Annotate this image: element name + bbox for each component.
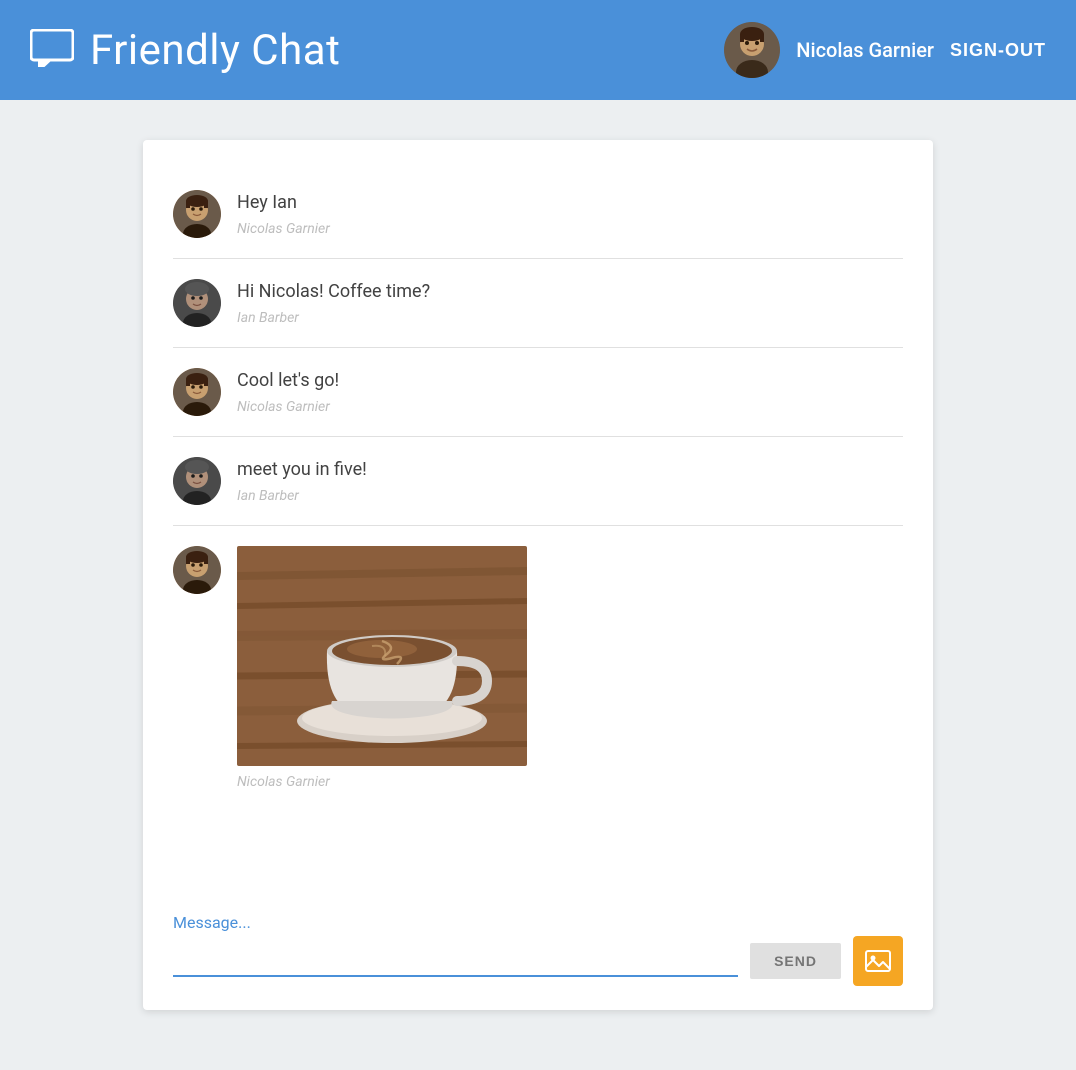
- message-input-label: Message...: [173, 913, 903, 932]
- sign-out-button[interactable]: SIGN-OUT: [950, 40, 1046, 61]
- message-input[interactable]: [173, 945, 738, 977]
- avatar: [173, 190, 221, 238]
- avatar: [173, 368, 221, 416]
- main-wrapper: Hey Ian Nicolas Garnier: [0, 100, 1076, 1050]
- message-item: Cool let's go! Nicolas Garnier: [173, 348, 903, 437]
- avatar: [173, 546, 221, 594]
- message-author: Nicolas Garnier: [237, 399, 903, 415]
- message-body: Cool let's go! Nicolas Garnier: [237, 368, 903, 415]
- header-right: Nicolas Garnier SIGN-OUT: [724, 22, 1046, 78]
- messages-list: Hey Ian Nicolas Garnier: [143, 140, 933, 903]
- message-item: Nicolas Garnier: [173, 526, 903, 810]
- image-upload-button[interactable]: [853, 936, 903, 986]
- message-body: Hey Ian Nicolas Garnier: [237, 190, 903, 237]
- image-icon: [864, 947, 892, 975]
- message-author: Ian Barber: [237, 310, 903, 326]
- message-author: Nicolas Garnier: [237, 774, 903, 790]
- chat-container: Hey Ian Nicolas Garnier: [143, 140, 933, 1010]
- message-text: Cool let's go!: [237, 368, 903, 393]
- message-item: Hey Ian Nicolas Garnier: [173, 170, 903, 259]
- message-text: meet you in five!: [237, 457, 903, 482]
- message-text: Hey Ian: [237, 190, 903, 215]
- avatar: [173, 279, 221, 327]
- message-author: Ian Barber: [237, 488, 903, 504]
- input-row: SEND: [173, 936, 903, 986]
- app-title: Friendly Chat: [90, 26, 340, 75]
- header-avatar: [724, 22, 780, 78]
- send-button[interactable]: SEND: [750, 943, 841, 979]
- chat-icon: [30, 29, 74, 71]
- message-text: Hi Nicolas! Coffee time?: [237, 279, 903, 304]
- message-body: Hi Nicolas! Coffee time? Ian Barber: [237, 279, 903, 326]
- coffee-image: [237, 546, 527, 766]
- message-body: Nicolas Garnier: [237, 546, 903, 790]
- message-item: Hi Nicolas! Coffee time? Ian Barber: [173, 259, 903, 348]
- app-header: Friendly Chat Nicolas Garnier SIGN-O: [0, 0, 1076, 100]
- message-author: Nicolas Garnier: [237, 221, 903, 237]
- avatar: [173, 457, 221, 505]
- message-item: meet you in five! Ian Barber: [173, 437, 903, 526]
- message-body: meet you in five! Ian Barber: [237, 457, 903, 504]
- header-left: Friendly Chat: [30, 26, 340, 75]
- input-area: Message... SEND: [143, 903, 933, 1010]
- header-user-name: Nicolas Garnier: [796, 38, 934, 62]
